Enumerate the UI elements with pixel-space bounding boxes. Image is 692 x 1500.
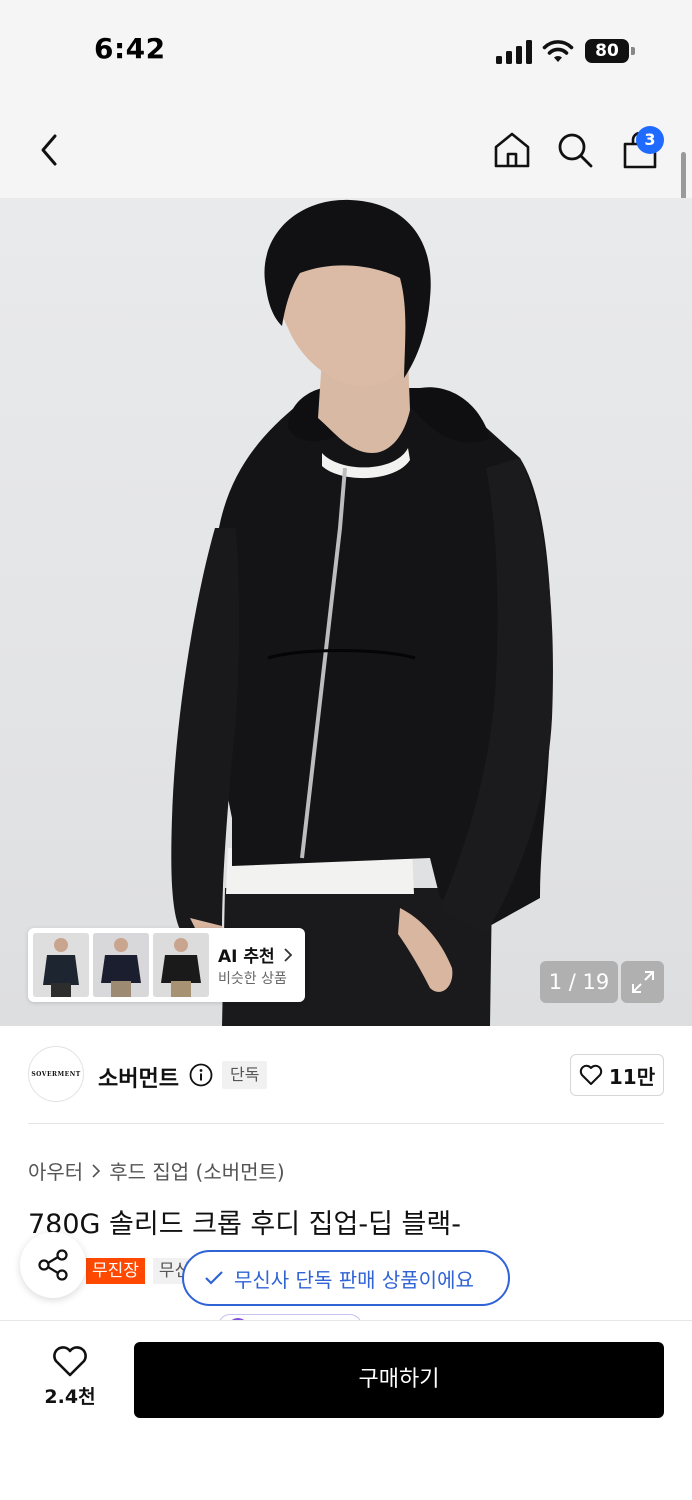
cellular-signal-icon — [496, 40, 532, 64]
ai-thumbnail[interactable] — [153, 933, 209, 997]
breadcrumb-item[interactable]: 후드 집업 (소버먼트) — [109, 1156, 285, 1185]
similar-product-image — [153, 933, 209, 997]
battery-indicator: 80 — [585, 39, 635, 63]
share-button[interactable] — [20, 1232, 86, 1298]
checkmark-icon — [205, 1271, 223, 1285]
status-time: 6:42 — [94, 32, 166, 65]
wifi-icon — [542, 40, 574, 62]
ai-recommend-subtitle: 비슷한 상품 — [218, 971, 287, 987]
expand-icon — [631, 971, 654, 993]
promo-tag: 무진장 — [86, 1258, 145, 1284]
exclusive-badge: 단독 — [222, 1061, 268, 1089]
toast-message: 무신사 단독 판매 상품이에요 — [234, 1267, 474, 1292]
top-navigation — [0, 100, 692, 198]
expand-button[interactable] — [621, 961, 664, 1003]
info-icon[interactable] — [189, 1063, 213, 1087]
breadcrumb-item[interactable]: 아우터 — [28, 1156, 83, 1185]
heart-icon — [579, 1064, 603, 1085]
image-counter: 1 / 19 — [540, 961, 618, 1003]
brand-logo[interactable]: SOVERMENT — [28, 1046, 84, 1102]
product-photo — [171, 199, 553, 1026]
search-icon — [558, 133, 593, 168]
status-bar: 6:42 80 — [0, 0, 692, 100]
ai-thumbnail[interactable] — [33, 933, 89, 997]
home-icon — [494, 132, 530, 168]
brand-like-button[interactable]: 11만 — [570, 1054, 664, 1096]
buy-button[interactable]: 구매하기 — [134, 1342, 664, 1418]
wishlist-button[interactable]: 2.4천 — [30, 1346, 110, 1416]
brand-name[interactable]: 소버먼트 — [98, 1061, 179, 1093]
search-button[interactable] — [553, 128, 597, 172]
heart-icon — [53, 1346, 87, 1377]
battery-level: 80 — [595, 41, 619, 61]
product-title: 780G 솔리드 크롭 후디 집업-딥 블랙- — [28, 1209, 461, 1240]
chevron-left-icon — [41, 134, 57, 166]
similar-product-image — [33, 933, 89, 997]
home-button[interactable] — [490, 128, 534, 172]
back-button[interactable] — [28, 128, 72, 172]
product-tags: 무진장 무신 — [86, 1258, 197, 1284]
chevron-right-icon — [283, 948, 292, 962]
ai-thumbnail[interactable] — [93, 933, 149, 997]
similar-product-image — [93, 933, 149, 997]
breadcrumb: 아우터 후드 집업 (소버먼트) — [28, 1156, 285, 1185]
cart-count-badge: 3 — [636, 126, 664, 154]
product-image-gallery[interactable] — [0, 198, 692, 1026]
ai-recommend-card[interactable]: AI 추천 비슷한 상품 — [28, 928, 305, 1002]
ai-recommend-title: AI 추천 — [218, 942, 293, 967]
share-icon — [38, 1249, 68, 1281]
brand-like-count: 11만 — [608, 1064, 656, 1089]
divider — [28, 1123, 664, 1124]
wishlist-count: 2.4천 — [44, 1386, 96, 1408]
exclusive-toast: 무신사 단독 판매 상품이에요 — [182, 1250, 510, 1306]
chevron-right-icon — [92, 1163, 101, 1178]
